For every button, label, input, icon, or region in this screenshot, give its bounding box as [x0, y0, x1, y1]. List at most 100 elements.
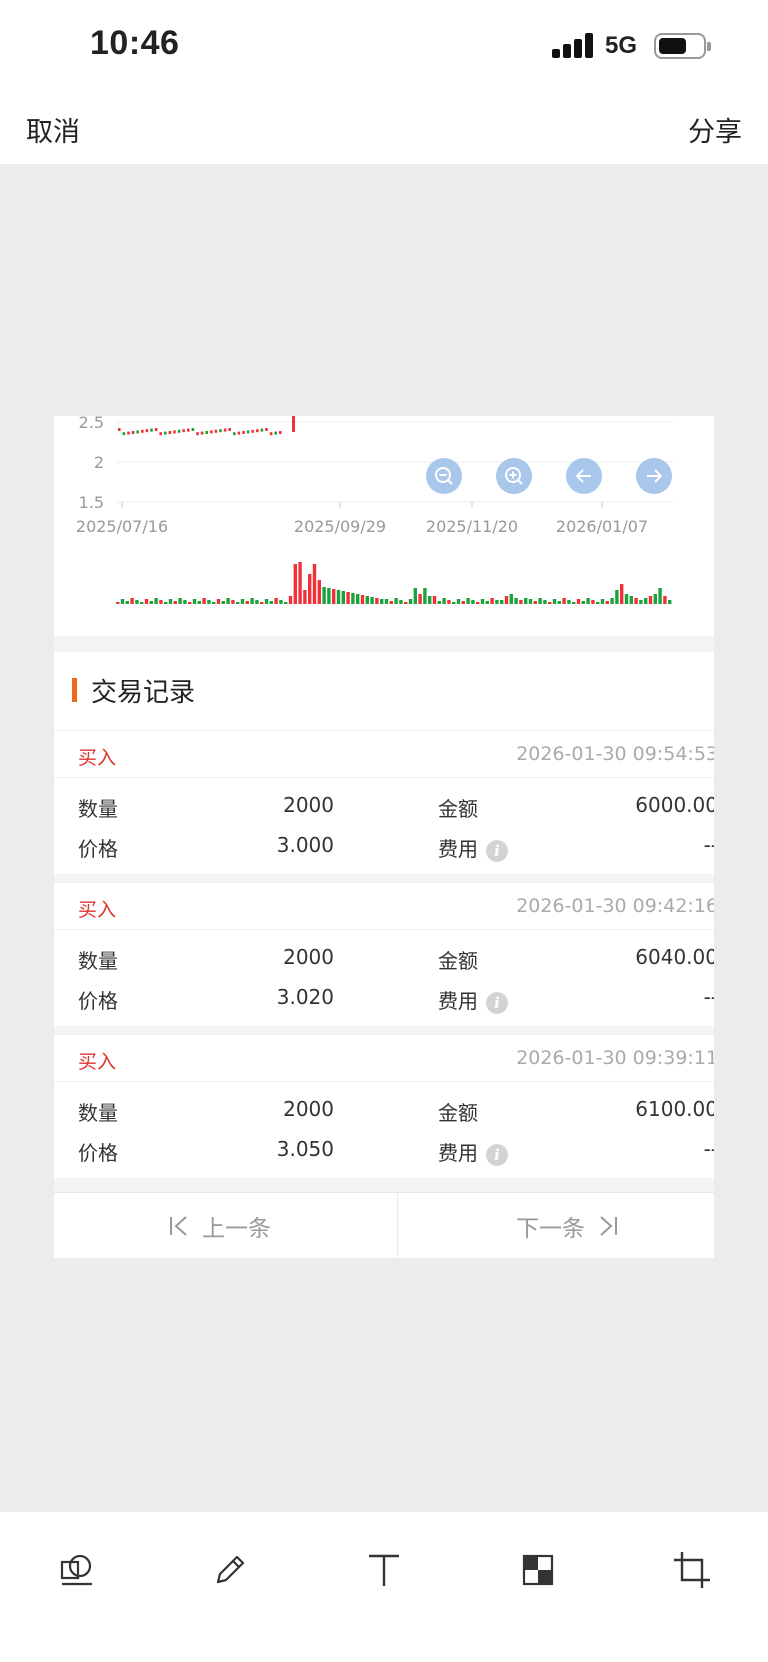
volume-bar — [360, 595, 365, 604]
volume-bar — [413, 588, 417, 604]
trade-record[interactable]: 买入 2026-01-30 09:39:11 数量 2000 金额 6100.0… — [54, 1034, 714, 1178]
prev-record-button[interactable]: 上一条 — [168, 1209, 271, 1243]
candle — [182, 429, 185, 433]
candle — [191, 428, 195, 431]
volume-bar — [437, 601, 441, 604]
volume-bar — [648, 596, 653, 604]
volume-bar — [183, 600, 187, 604]
section-accent-bar — [72, 678, 77, 702]
section-header: 交易记录 — [72, 670, 195, 710]
volume-bar — [586, 598, 590, 604]
volume-bar — [615, 590, 619, 604]
volume-bar — [639, 600, 643, 604]
trade-record[interactable]: 买入 2026-01-30 09:54:53 数量 2000 金额 6000.0… — [54, 730, 714, 874]
quantity-label: 数量 — [78, 1101, 118, 1125]
candle — [164, 431, 167, 435]
info-icon[interactable]: i — [486, 1143, 508, 1166]
zoom-in-icon[interactable] — [496, 458, 532, 494]
info-icon[interactable]: i — [486, 991, 508, 1014]
candle — [205, 431, 208, 434]
volume-bar — [572, 602, 576, 604]
trade-side: 买入 — [78, 747, 117, 769]
next-label: 下一条 — [516, 1216, 585, 1242]
volume-bar — [600, 599, 605, 604]
shapes-icon[interactable] — [58, 1550, 98, 1590]
fee-value: -- — [703, 985, 714, 1009]
volume-bar — [500, 600, 504, 604]
candle — [177, 429, 181, 433]
candle — [187, 428, 190, 432]
volume-bar — [140, 602, 144, 604]
network-label: 5G — [605, 32, 638, 59]
share-button[interactable]: 分享 — [688, 110, 742, 149]
volume-bar — [548, 602, 552, 604]
volume-bar — [221, 601, 225, 604]
amount-value: 6100.00 — [635, 1097, 714, 1121]
candle — [246, 430, 250, 434]
volume-bar — [207, 600, 211, 604]
candle — [265, 428, 268, 431]
y-tick-label: 1.5 — [79, 493, 104, 512]
fee-label-text: 费用 — [438, 837, 478, 861]
zoom-out-icon[interactable] — [426, 458, 462, 494]
mosaic-icon[interactable] — [518, 1550, 558, 1590]
record-header: 买入 2026-01-30 09:42:16 — [54, 882, 714, 930]
amount-label: 金额 — [438, 1101, 478, 1125]
volume-bar — [524, 598, 528, 604]
volume-bar — [308, 574, 312, 604]
volume-bar — [216, 599, 221, 604]
volume-bar — [629, 596, 633, 604]
volume-bar — [404, 602, 408, 604]
price-value: 3.050 — [276, 1137, 334, 1161]
arrow-right-icon[interactable] — [636, 458, 672, 494]
trade-record[interactable]: 买入 2026-01-30 09:42:16 数量 2000 金额 6040.0… — [54, 882, 714, 1026]
candle — [159, 432, 162, 436]
volume-bar — [231, 600, 235, 604]
candle — [200, 431, 204, 435]
volume-bar — [298, 562, 302, 604]
record-header: 买入 2026-01-30 09:39:11 — [54, 1034, 714, 1082]
crop-icon[interactable] — [672, 1550, 712, 1590]
volume-bar — [279, 600, 283, 604]
volume-bar — [576, 599, 581, 604]
volume-bar — [240, 599, 245, 604]
info-icon[interactable]: i — [486, 839, 508, 862]
volume-bar — [370, 597, 374, 604]
pencil-icon[interactable] — [210, 1550, 250, 1590]
volume-bar — [514, 598, 518, 604]
prev-label: 上一条 — [202, 1216, 271, 1242]
volume-bar — [610, 598, 614, 604]
volume-bar — [634, 598, 638, 604]
volume-bar — [120, 599, 125, 604]
cancel-button[interactable]: 取消 — [26, 110, 80, 149]
next-record-button[interactable]: 下一条 — [516, 1209, 619, 1243]
text-icon[interactable] — [364, 1550, 404, 1590]
volume-bar — [418, 594, 422, 604]
volume-bar — [476, 602, 480, 604]
volume-bar — [384, 599, 389, 604]
volume-bar — [264, 599, 269, 604]
amount-value: 6000.00 — [635, 793, 714, 817]
y-tick-label: 2 — [94, 453, 104, 472]
volume-bar — [466, 598, 470, 604]
price-label: 价格 — [78, 989, 118, 1013]
screenshot-preview: 2.5 2 1.5 2025/07/16 2025/09/29 2025/11/20 202… — [54, 416, 714, 1258]
volume-bar — [250, 598, 254, 604]
volume-bar — [322, 587, 326, 604]
volume-bar — [490, 598, 494, 604]
volume-bar — [269, 601, 273, 604]
trade-side: 买入 — [78, 1051, 117, 1073]
volume-bar — [332, 589, 336, 604]
volume-bar — [178, 598, 182, 604]
volume-bar — [471, 600, 475, 604]
volume-bar — [596, 602, 600, 604]
quantity-value: 2000 — [283, 793, 334, 817]
candle — [150, 428, 153, 432]
volume-bar — [533, 601, 537, 604]
volume-bar — [519, 600, 523, 604]
volume-bar — [312, 564, 317, 604]
volume-bar — [164, 602, 168, 604]
volume-bar — [428, 596, 432, 604]
arrow-left-icon[interactable] — [566, 458, 602, 494]
candle — [136, 430, 139, 434]
